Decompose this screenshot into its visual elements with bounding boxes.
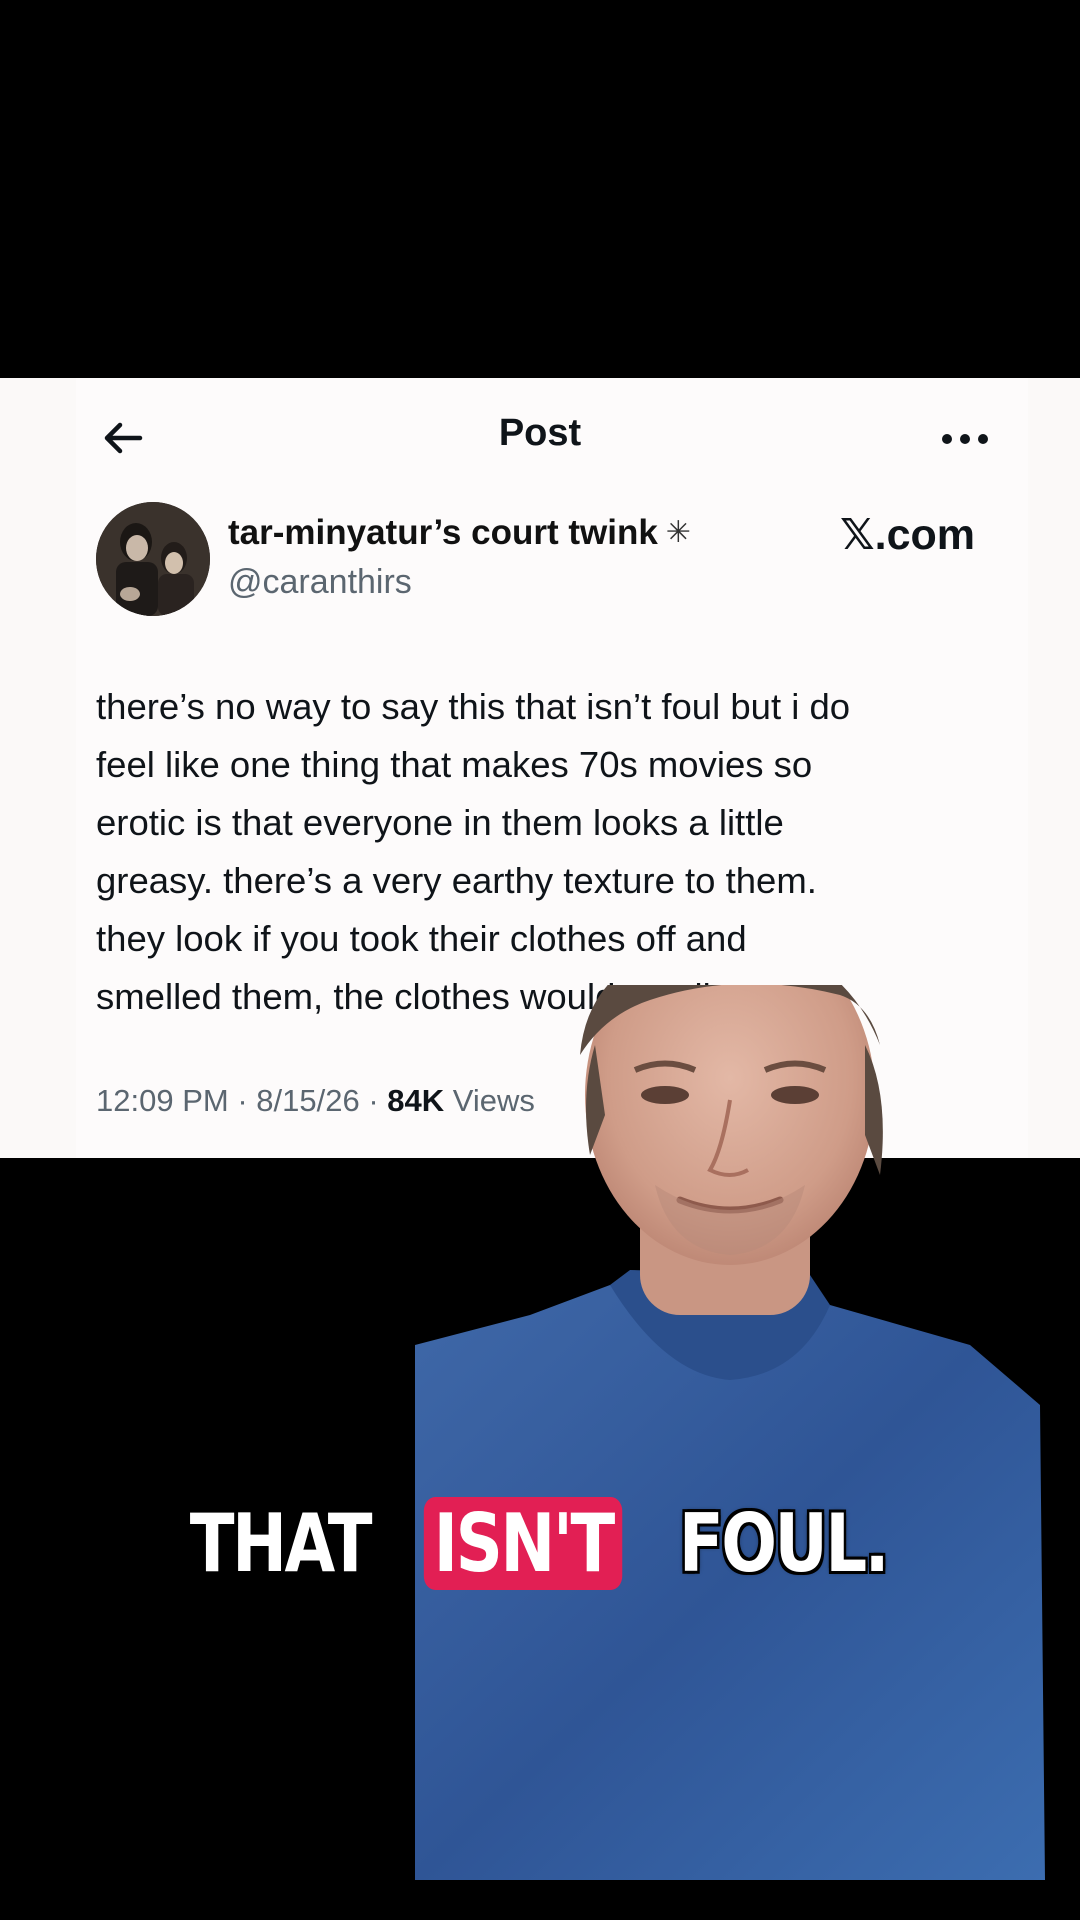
caption-overlay: THAT ISN'T FOUL. xyxy=(0,1497,1080,1590)
tweet-line: greasy. there’s a very earthy texture to… xyxy=(96,860,817,901)
tweet-date: 8/15/26 xyxy=(256,1083,360,1118)
page-title: Post xyxy=(498,412,582,454)
video-frame: Post tar-minyatur’s court twink ✳ @carant… xyxy=(0,0,1080,1920)
caption-word: FOUL. xyxy=(678,1497,890,1590)
x-com-watermark: 𝕏.com xyxy=(840,511,976,559)
caption-word: THAT xyxy=(189,1497,373,1590)
author-handle[interactable]: @caranthirs xyxy=(228,563,412,602)
tweet-line: erotic is that everyone in them looks a … xyxy=(96,802,784,843)
meta-separator: · xyxy=(237,1083,248,1118)
presenter-cutout xyxy=(415,985,1045,1880)
tweet-time: 12:09 PM xyxy=(96,1083,229,1118)
more-horizontal-icon[interactable] xyxy=(940,432,990,446)
meta-separator: · xyxy=(368,1083,379,1118)
avatar-photo xyxy=(96,502,210,616)
caption-word-highlighted: ISN'T xyxy=(423,1497,623,1590)
author-name-text: tar-minyatur’s court twink xyxy=(228,513,658,552)
tweet-line: feel like one thing that makes 70s movie… xyxy=(96,744,813,785)
avatar[interactable] xyxy=(96,502,210,616)
sparkle-icon: ✳ xyxy=(665,516,691,549)
tweet-text: there’s no way to say this that isn’t fo… xyxy=(96,678,1026,1026)
tweet-line: there’s no way to say this that isn’t fo… xyxy=(96,686,851,727)
tweet-line: they look if you took their clothes off … xyxy=(96,918,747,959)
author-display-name[interactable]: tar-minyatur’s court twink ✳ xyxy=(228,513,691,553)
